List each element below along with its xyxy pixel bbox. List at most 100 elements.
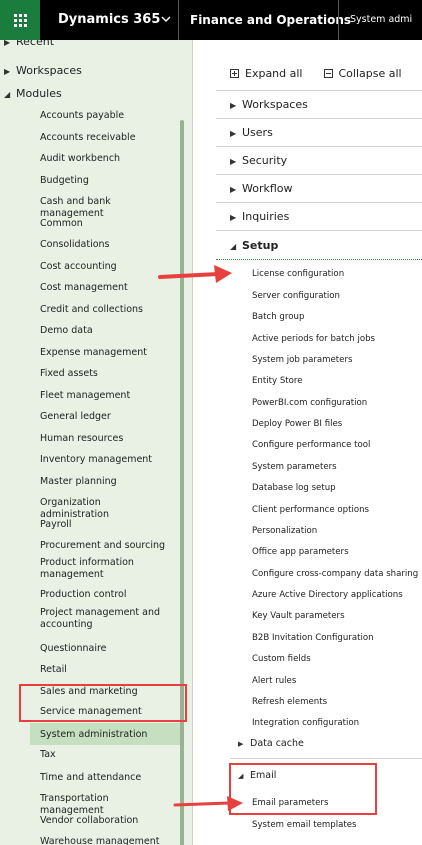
triangle-right-icon: ▶ [4,67,11,76]
triangle-down-icon: ◢ [4,90,11,99]
module-item[interactable]: Cash and bank management [40,196,168,220]
section-label: Inquiries [242,210,290,223]
nav-recent-label: Recent [16,40,55,48]
triangle-right-icon: ▶ [4,40,11,47]
section-setup[interactable]: ◢ Setup [230,239,278,252]
scrollbar[interactable] [180,120,184,845]
divider [216,230,422,231]
setup-link[interactable]: License configuration [252,269,344,279]
nav-modules[interactable]: ◢ Modules [4,87,62,100]
setup-link[interactable]: Batch group [252,312,304,322]
divider [216,118,422,119]
topbar-divider [338,0,339,40]
module-item[interactable]: Fixed assets [40,368,168,380]
module-item[interactable]: Transportation management [40,793,168,817]
module-item[interactable]: Accounts receivable [40,132,168,144]
module-item[interactable]: Payroll [40,519,168,531]
section-label: Setup [242,239,279,252]
module-item[interactable]: Warehouse management [40,836,168,845]
nav-recent[interactable]: ▶ Recent [4,40,54,48]
setup-link[interactable]: Alert rules [252,676,296,686]
setup-link[interactable]: Integration configuration [252,718,359,728]
expand-all-button[interactable]: Expand all [230,67,306,80]
product-title[interactable]: Finance and Operations [190,0,351,40]
section-users[interactable]: ▶ Users [230,126,273,139]
nav-workspaces[interactable]: ▶ Workspaces [4,64,82,77]
section-security[interactable]: ▶ Security [230,154,287,167]
setup-link[interactable]: PowerBI.com configuration [252,398,367,408]
highlight-box [19,684,187,722]
setup-link[interactable]: Configure performance tool [252,440,370,450]
setup-link[interactable]: Azure Active Directory applications [252,590,403,600]
module-item[interactable]: Cost management [40,282,168,294]
collapse-all-button[interactable]: Collapse all [323,67,402,80]
module-item[interactable]: Human resources [40,433,168,445]
waffle-icon[interactable] [0,0,40,40]
chevron-down-icon[interactable] [160,13,172,25]
setup-link[interactable]: Client performance options [252,505,369,515]
module-item[interactable]: Tax [40,749,168,761]
subsection-label: Data cache [250,738,304,749]
module-item[interactable]: Procurement and sourcing [40,540,168,552]
module-item[interactable]: Project management and accounting [40,607,168,631]
module-item[interactable]: General ledger [40,411,168,423]
setup-link[interactable]: Deploy Power BI files [252,419,342,429]
subsection-data-cache[interactable]: ▶ Data cache [238,738,304,749]
setup-link[interactable]: Database log setup [252,483,336,493]
setup-link[interactable]: System job parameters [252,355,352,365]
module-item[interactable]: Demo data [40,325,168,337]
module-item[interactable]: Accounts payable [40,110,168,122]
nav-modules-label: Modules [16,87,62,100]
module-item[interactable]: Time and attendance [40,772,168,784]
divider [216,174,422,175]
navigation-pane: ▶ Recent ▶ Workspaces ◢ Modules Accounts pa… [0,40,193,845]
module-item[interactable]: Vendor collaboration [40,815,168,827]
module-item[interactable]: Cost accounting [40,261,168,273]
module-item[interactable]: Inventory management [40,454,168,466]
section-label: Workflow [242,182,293,195]
module-item[interactable]: Expense management [40,347,168,359]
triangle-right-icon: ▶ [230,157,237,166]
triangle-down-icon: ◢ [230,242,237,251]
divider [216,146,422,147]
module-item[interactable]: Questionnaire [40,643,168,655]
setup-link[interactable]: Refresh elements [252,697,327,707]
setup-link[interactable]: Office app parameters [252,547,349,557]
triangle-right-icon: ▶ [230,101,237,110]
setup-link[interactable]: Active periods for batch jobs [252,334,375,344]
triangle-right-icon: ▶ [230,129,237,138]
module-item[interactable]: Budgeting [40,175,168,187]
module-item[interactable]: Common [40,218,168,230]
module-item[interactable]: Fleet management [40,390,168,402]
triangle-right-icon: ▶ [230,185,237,194]
highlight-box [229,763,377,815]
module-item-system-administration[interactable]: System administration [40,729,168,741]
section-label: Users [242,126,273,139]
setup-link[interactable]: Personalization [252,526,317,536]
setup-link[interactable]: Configure cross-company data sharing [252,569,418,579]
section-inquiries[interactable]: ▶ Inquiries [230,210,289,223]
module-item[interactable]: Retail [40,664,168,676]
module-item[interactable]: Master planning [40,476,168,488]
app-title[interactable]: Dynamics 365 [58,0,160,40]
triangle-right-icon: ▶ [230,213,237,222]
module-item[interactable]: Production control [40,589,168,601]
module-item[interactable]: Organization administration [40,497,168,521]
setup-link[interactable]: B2B Invitation Configuration [252,633,374,643]
module-item[interactable]: Credit and collections [40,304,168,316]
section-workspaces[interactable]: ▶ Workspaces [230,98,308,111]
module-item[interactable]: Product information management [40,557,168,581]
setup-link[interactable]: Key Vault parameters [252,611,345,621]
workspace-content: Expand all Collapse all ▶ Workspaces ▶ Use… [208,40,422,845]
email-link[interactable]: System email templates [252,820,356,830]
setup-link[interactable]: System parameters [252,462,337,472]
breadcrumb-module[interactable]: System admi [350,0,422,40]
expand-all-icon [230,68,239,78]
collapse-all-label: Collapse all [338,67,402,80]
module-item[interactable]: Consolidations [40,239,168,251]
setup-link[interactable]: Entity Store [252,376,303,386]
setup-link[interactable]: Server configuration [252,291,340,301]
section-workflow[interactable]: ▶ Workflow [230,182,293,195]
setup-link[interactable]: Custom fields [252,654,311,664]
module-item[interactable]: Audit workbench [40,153,168,165]
